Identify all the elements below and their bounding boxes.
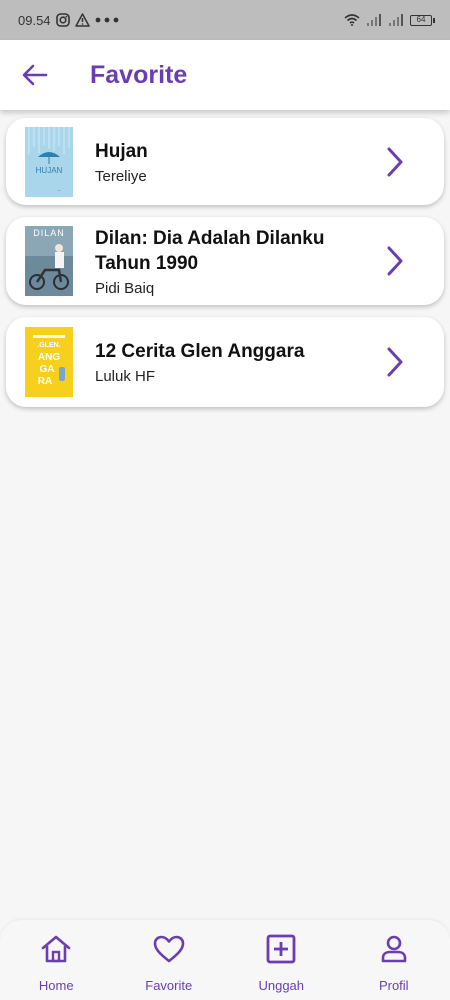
battery-icon: 64 [410, 14, 435, 26]
svg-text:.GLEN.: .GLEN. [37, 342, 60, 349]
status-time: 09.54 [18, 12, 51, 28]
book-card[interactable]: .GLEN. ANG GA RA 12 Cerita Glen Anggara … [6, 317, 444, 407]
book-info: Hujan Tereliye [95, 139, 355, 185]
plus-square-icon [264, 932, 298, 966]
nav-label: Home [38, 978, 74, 993]
chevron-right-icon[interactable] [380, 244, 410, 278]
bottom-nav: Home Favorite Unggah Profil [0, 920, 450, 1000]
status-bar: 09.54 64 [0, 0, 450, 40]
warning-icon [74, 13, 90, 27]
svg-text:GA: GA [40, 364, 55, 375]
book-card[interactable]: HUJAN ~ Hujan Tereliye [6, 118, 444, 205]
instagram-icon [55, 13, 70, 27]
arrow-left-icon [22, 64, 48, 86]
book-cover: .GLEN. ANG GA RA [25, 327, 73, 397]
book-author: Pidi Baiq [95, 279, 155, 297]
signal-icon [366, 14, 382, 26]
nav-label: Unggah [258, 978, 305, 993]
cover-title-text: DILAN [33, 228, 65, 238]
book-author: Luluk HF [95, 368, 156, 385]
book-title: 12 Cerita Glen Anggara [95, 341, 305, 362]
page-title: Favorite [90, 60, 188, 89]
nav-item-profile[interactable]: Profil [338, 920, 450, 1000]
nav-item-upload[interactable]: Unggah [225, 920, 338, 1000]
chevron-right-icon[interactable] [380, 145, 410, 179]
user-icon [377, 932, 411, 966]
more-dots-icon [95, 17, 119, 23]
home-icon [39, 932, 73, 966]
signal-icon [388, 14, 404, 26]
favorite-list: HUJAN ~ Hujan Tereliye DILAN Dilan: Dia … [6, 118, 444, 419]
heart-icon [152, 932, 186, 966]
book-info: 12 Cerita Glen Anggara Luluk HF [95, 339, 355, 385]
book-info: Dilan: Dia Adalah Dilanku Tahun 1990 Pid… [95, 226, 355, 297]
status-left: 09.54 [18, 13, 119, 28]
chevron-right-icon[interactable] [380, 345, 410, 379]
nav-label: Profil [378, 978, 409, 993]
svg-text:ANG: ANG [38, 352, 60, 363]
wifi-icon [344, 14, 360, 26]
nav-item-favorite[interactable]: Favorite [113, 920, 226, 1000]
nav-item-home[interactable]: Home [0, 920, 113, 1000]
svg-text:RA: RA [38, 376, 52, 387]
svg-text:~: ~ [58, 189, 61, 194]
app-bar: Favorite [0, 40, 450, 110]
book-author: Tereliye [95, 167, 147, 185]
book-cover: DILAN [25, 226, 73, 296]
book-cover: HUJAN ~ [25, 126, 73, 197]
book-title: Hujan [95, 140, 148, 162]
book-title: Dilan: Dia Adalah Dilanku Tahun 1990 [95, 227, 325, 274]
nav-label: Favorite [145, 978, 193, 993]
back-button[interactable] [12, 52, 58, 98]
cover-title-text: HUJAN [36, 166, 63, 175]
book-card[interactable]: DILAN Dilan: Dia Adalah Dilanku Tahun 19… [6, 217, 444, 305]
status-right: 64 [344, 14, 435, 26]
